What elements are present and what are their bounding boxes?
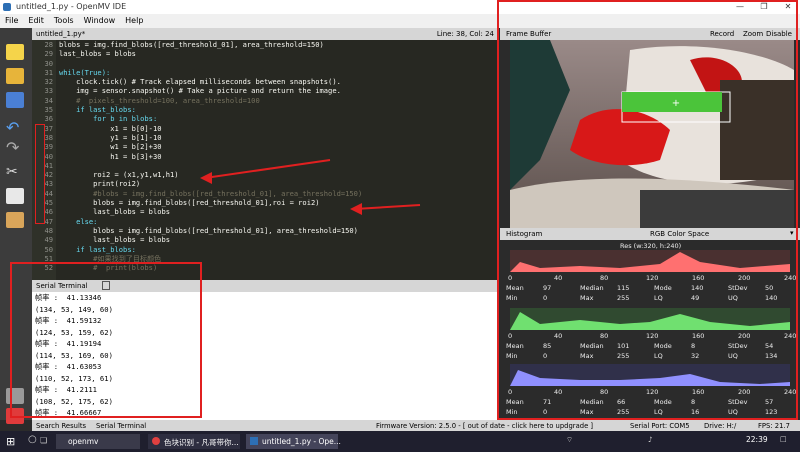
annotation-arrows <box>200 159 421 215</box>
